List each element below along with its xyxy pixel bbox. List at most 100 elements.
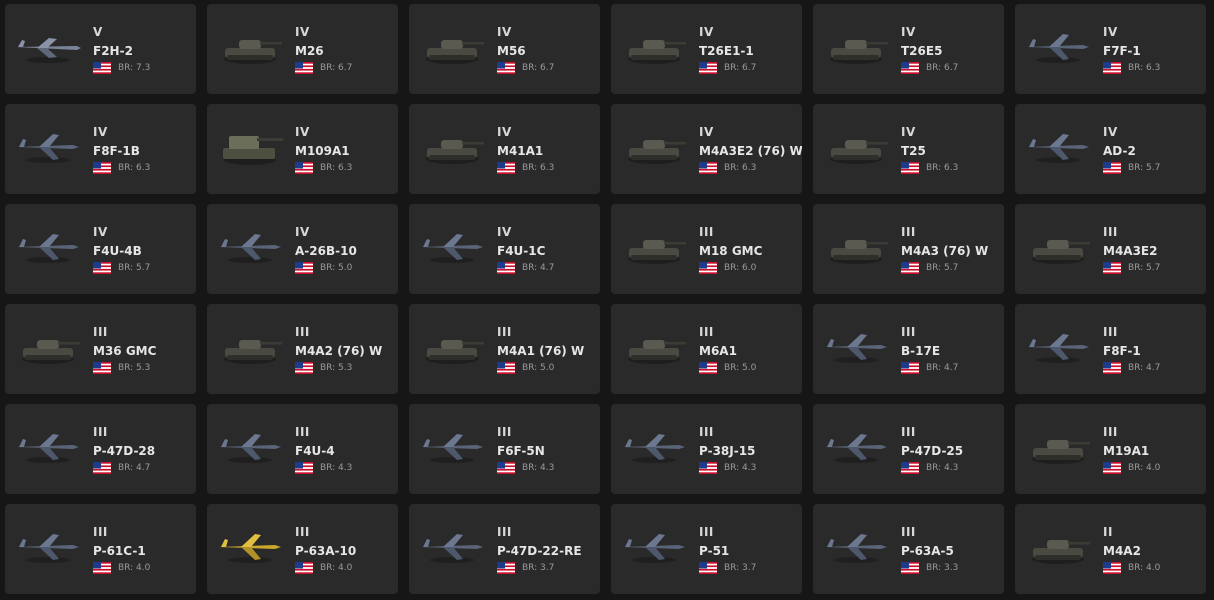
battle-rating: BR: 6.3 xyxy=(118,163,151,173)
vehicle-card[interactable]: III P-38J-15 BR: 4.3 xyxy=(611,404,802,494)
vehicle-name: M41A1 xyxy=(497,144,544,158)
vehicle-card[interactable]: III M6A1 BR: 5.0 xyxy=(611,304,802,394)
vehicle-card[interactable]: IV F7F-1 BR: 6.3 xyxy=(1015,4,1206,94)
vehicle-card[interactable]: III M18 GMC BR: 6.0 xyxy=(611,204,802,294)
vehicle-thumbnail xyxy=(224,340,282,364)
vehicle-meta: BR: 6.7 xyxy=(295,62,352,74)
vehicle-card[interactable]: V F2H-2 BR: 7.3 xyxy=(5,4,196,94)
vehicle-rank: V xyxy=(93,25,103,39)
vehicle-name: T26E1-1 xyxy=(699,44,754,58)
vehicle-card[interactable]: III M19A1 BR: 4.0 xyxy=(1015,404,1206,494)
vehicle-thumbnail xyxy=(17,434,79,463)
vehicle-meta: BR: 7.3 xyxy=(93,62,150,74)
vehicle-card[interactable]: IV M4A3E2 (76) W BR: 6.3 xyxy=(611,104,802,194)
battle-rating: BR: 6.7 xyxy=(522,63,555,73)
vehicle-name: M4A2 (76) W xyxy=(295,344,383,358)
vehicle-thumbnail xyxy=(623,434,685,463)
vehicle-card[interactable]: III P-63A-5 BR: 3.3 xyxy=(813,504,1004,594)
battle-rating: BR: 6.0 xyxy=(724,263,757,273)
vehicle-thumbnail xyxy=(16,38,81,63)
vehicle-card[interactable]: IV M109A1 BR: 6.3 xyxy=(207,104,398,194)
vehicle-card[interactable]: III M36 GMC BR: 5.3 xyxy=(5,304,196,394)
vehicle-meta: BR: 6.3 xyxy=(699,162,756,174)
vehicle-name: M4A3E2 xyxy=(1103,244,1158,258)
vehicle-thumbnail xyxy=(1032,240,1090,264)
vehicle-rank: III xyxy=(901,525,916,539)
vehicle-meta: BR: 6.7 xyxy=(497,62,554,74)
battle-rating: BR: 7.3 xyxy=(118,63,151,73)
vehicle-name: M36 GMC xyxy=(93,344,157,358)
vehicle-card[interactable]: IV T26E5 BR: 6.7 xyxy=(813,4,1004,94)
vehicle-rank: III xyxy=(699,325,714,339)
vehicle-meta: BR: 4.0 xyxy=(1103,462,1160,474)
vehicle-meta: BR: 5.7 xyxy=(1103,262,1160,274)
vehicle-card[interactable]: IV T26E1-1 BR: 6.7 xyxy=(611,4,802,94)
vehicle-meta: BR: 6.3 xyxy=(93,162,150,174)
vehicle-card[interactable]: II M4A2 BR: 4.0 xyxy=(1015,504,1206,594)
vehicle-card[interactable]: III F4U-4 BR: 4.3 xyxy=(207,404,398,494)
vehicle-rank: III xyxy=(901,425,916,439)
us-flag-icon xyxy=(295,462,313,474)
vehicle-card[interactable]: III M4A2 (76) W BR: 5.3 xyxy=(207,304,398,394)
vehicle-meta: BR: 4.7 xyxy=(93,462,150,474)
vehicle-name: T25 xyxy=(901,144,926,158)
vehicle-thumbnail xyxy=(219,534,281,563)
vehicle-card[interactable]: III P-51 BR: 3.7 xyxy=(611,504,802,594)
vehicle-rank: IV xyxy=(1103,25,1118,39)
vehicle-card[interactable]: IV F4U-4B BR: 5.7 xyxy=(5,204,196,294)
vehicle-name: P-63A-10 xyxy=(295,544,357,558)
vehicle-card[interactable]: III B-17E BR: 4.7 xyxy=(813,304,1004,394)
vehicle-card[interactable]: IV M26 BR: 6.7 xyxy=(207,4,398,94)
battle-rating: BR: 6.7 xyxy=(724,63,757,73)
vehicle-thumbnail xyxy=(825,434,887,463)
vehicle-card[interactable]: IV M56 BR: 6.7 xyxy=(409,4,600,94)
vehicle-rank: III xyxy=(497,425,512,439)
vehicle-card[interactable]: IV F8F-1B BR: 6.3 xyxy=(5,104,196,194)
vehicle-rank: III xyxy=(93,525,108,539)
vehicle-card[interactable]: IV A-26B-10 BR: 5.0 xyxy=(207,204,398,294)
vehicle-card[interactable]: IV AD-2 BR: 5.7 xyxy=(1015,104,1206,194)
vehicle-rank: III xyxy=(497,325,512,339)
us-flag-icon xyxy=(901,562,919,574)
us-flag-icon xyxy=(93,162,111,174)
us-flag-icon xyxy=(901,262,919,274)
us-flag-icon xyxy=(497,362,515,374)
vehicle-card[interactable]: III P-63A-10 BR: 4.0 xyxy=(207,504,398,594)
vehicle-name: P-47D-25 xyxy=(901,444,964,458)
vehicle-thumbnail xyxy=(628,340,686,364)
vehicle-card[interactable]: IV F4U-1C BR: 4.7 xyxy=(409,204,600,294)
vehicle-meta: BR: 4.7 xyxy=(1103,362,1160,374)
vehicle-thumbnail xyxy=(830,40,888,64)
vehicle-card[interactable]: III F8F-1 BR: 4.7 xyxy=(1015,304,1206,394)
vehicle-card[interactable]: III P-47D-28 BR: 4.7 xyxy=(5,404,196,494)
vehicle-name: F4U-1C xyxy=(497,244,546,258)
vehicle-meta: BR: 3.3 xyxy=(901,562,958,574)
vehicle-meta: BR: 6.7 xyxy=(901,62,958,74)
vehicle-name: M56 xyxy=(497,44,526,58)
vehicle-rank: IV xyxy=(901,125,916,139)
battle-rating: BR: 5.3 xyxy=(118,363,151,373)
vehicle-thumbnail xyxy=(17,134,79,163)
vehicle-meta: BR: 6.3 xyxy=(295,162,352,174)
vehicle-meta: BR: 5.0 xyxy=(699,362,756,374)
vehicle-card[interactable]: III F6F-5N BR: 4.3 xyxy=(409,404,600,494)
vehicle-card[interactable]: III M4A3 (76) W BR: 5.7 xyxy=(813,204,1004,294)
vehicle-rank: III xyxy=(1103,225,1118,239)
vehicle-card[interactable]: III P-47D-25 BR: 4.3 xyxy=(813,404,1004,494)
battle-rating: BR: 4.7 xyxy=(1128,363,1161,373)
vehicle-meta: BR: 6.3 xyxy=(901,162,958,174)
us-flag-icon xyxy=(699,362,717,374)
vehicle-name: M4A3 (76) W xyxy=(901,244,989,258)
us-flag-icon xyxy=(1103,362,1121,374)
vehicle-thumbnail xyxy=(628,240,686,264)
vehicle-card[interactable]: IV M41A1 BR: 6.3 xyxy=(409,104,600,194)
vehicle-thumbnail xyxy=(17,534,79,563)
vehicle-rank: IV xyxy=(93,125,108,139)
vehicle-card[interactable]: IV T25 BR: 6.3 xyxy=(813,104,1004,194)
us-flag-icon xyxy=(699,262,717,274)
us-flag-icon xyxy=(497,262,515,274)
vehicle-card[interactable]: III M4A3E2 BR: 5.7 xyxy=(1015,204,1206,294)
vehicle-card[interactable]: III P-47D-22-RE BR: 3.7 xyxy=(409,504,600,594)
vehicle-card[interactable]: III M4A1 (76) W BR: 5.0 xyxy=(409,304,600,394)
vehicle-card[interactable]: III P-61C-1 BR: 4.0 xyxy=(5,504,196,594)
